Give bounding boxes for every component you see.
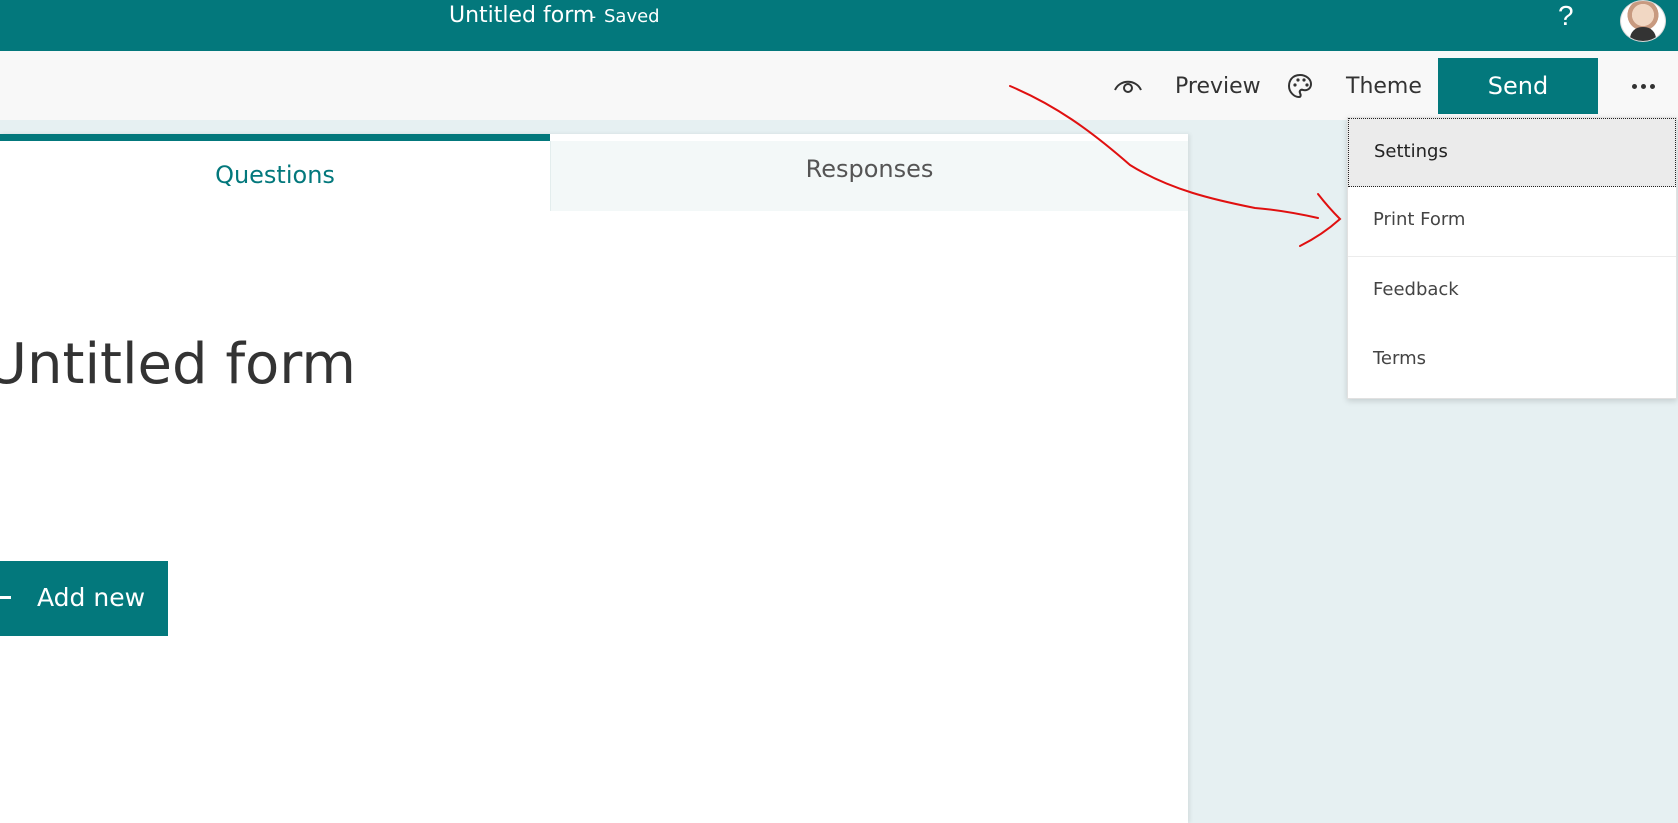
plus-icon — [0, 596, 11, 599]
more-icon[interactable] — [1628, 71, 1658, 101]
more-dot — [1649, 83, 1655, 89]
theme-label: Theme — [1346, 73, 1422, 99]
palette-icon — [1287, 73, 1313, 99]
tab-responses-label: Responses — [805, 155, 934, 183]
avatar[interactable] — [1620, 0, 1666, 42]
help-icon[interactable]: ? — [1558, 0, 1574, 32]
menu-item-label: Settings — [1374, 141, 1448, 162]
menu-item-print-form[interactable]: Print Form — [1348, 187, 1676, 257]
tab-responses[interactable]: Responses — [550, 141, 1188, 211]
theme-button[interactable]: Theme — [1286, 69, 1422, 103]
menu-item-label: Print Form — [1373, 209, 1466, 230]
toolbar: Preview Theme Send — [0, 51, 1678, 120]
preview-label: Preview — [1175, 73, 1261, 99]
title-separator: - — [590, 7, 597, 27]
top-bar: Untitled form - Saved ? — [0, 0, 1678, 51]
more-dot — [1640, 83, 1646, 89]
document-title[interactable]: Untitled form — [449, 2, 594, 30]
add-new-label: Add new — [37, 583, 146, 612]
add-new-button[interactable]: Add new — [0, 561, 168, 636]
save-status: Saved — [604, 6, 660, 27]
form-title[interactable]: Untitled form — [0, 330, 356, 400]
more-menu: Settings Print Form Feedback Terms — [1347, 117, 1677, 399]
send-button[interactable]: Send — [1438, 58, 1598, 114]
menu-item-feedback[interactable]: Feedback — [1348, 257, 1676, 326]
menu-item-label: Terms — [1373, 348, 1427, 369]
menu-item-terms[interactable]: Terms — [1348, 326, 1676, 395]
menu-item-label: Feedback — [1373, 279, 1459, 300]
more-dot — [1631, 83, 1637, 89]
preview-button[interactable]: Preview — [1113, 69, 1261, 103]
menu-item-settings[interactable]: Settings — [1348, 118, 1676, 187]
tab-questions-label: Questions — [215, 161, 335, 189]
tab-questions[interactable]: Questions — [0, 134, 550, 211]
eye-icon — [1114, 80, 1142, 93]
form-editor-card: Questions Responses Untitled form Add ne… — [0, 134, 1188, 823]
